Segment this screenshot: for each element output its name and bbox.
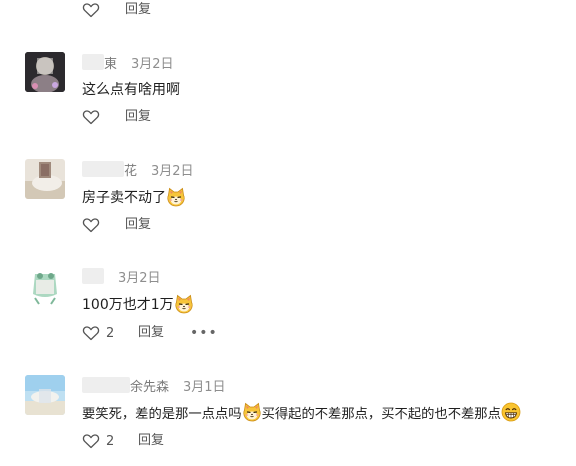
like-count: 2 xyxy=(106,325,115,341)
name-blur xyxy=(82,377,130,393)
grin-emoji-icon xyxy=(501,402,521,422)
comment-text: 房子卖不动了 xyxy=(82,190,166,206)
name-blur xyxy=(82,161,124,177)
reply-button[interactable]: 回复 xyxy=(125,107,151,127)
comment-body: 100万也才1万 xyxy=(82,293,194,315)
cat-emoji-icon xyxy=(242,402,262,422)
avatar[interactable] xyxy=(25,266,65,306)
more-options-button[interactable]: ••• xyxy=(190,326,218,340)
name-blur xyxy=(82,268,104,284)
comment-text: 100万也才1万 xyxy=(82,297,174,313)
comment-text-part1: 要笑死，差的是那一点点吗 xyxy=(82,406,242,422)
comment-author[interactable]: 花 3月2日 xyxy=(82,159,194,179)
comment-text-part2: 买得起的不差那点，买不起的也不差那点 xyxy=(261,406,501,422)
heart-outline-icon[interactable] xyxy=(82,109,100,125)
comment-date: 3月1日 xyxy=(183,379,226,395)
comment-author[interactable]: 余先森 3月1日 xyxy=(82,375,226,395)
cat-emoji-icon xyxy=(174,294,194,314)
avatar[interactable] xyxy=(25,159,65,199)
heart-outline-icon[interactable] xyxy=(82,217,100,233)
heart-outline-icon[interactable] xyxy=(82,2,100,18)
reply-button[interactable]: 回复 xyxy=(138,323,164,343)
avatar[interactable] xyxy=(25,52,65,92)
comment-date: 3月2日 xyxy=(118,270,161,286)
author-name-suffix: 東 xyxy=(104,56,118,72)
top-action-row xyxy=(82,0,100,20)
comment-actions xyxy=(82,215,100,235)
like-count: 2 xyxy=(106,433,115,449)
comment-actions xyxy=(82,107,100,127)
author-name-suffix: 余先森 xyxy=(130,379,170,395)
reply-button[interactable]: 回复 xyxy=(138,431,164,451)
comment-date: 3月2日 xyxy=(151,163,194,179)
name-blur xyxy=(82,54,104,70)
heart-outline-icon[interactable] xyxy=(82,433,100,449)
comment-actions: 2 xyxy=(82,323,114,343)
comment-author[interactable]: 3月2日 xyxy=(82,266,161,286)
comment-actions: 2 xyxy=(82,431,114,451)
author-name-suffix: 花 xyxy=(124,163,138,179)
reply-button[interactable]: 回复 xyxy=(125,215,151,235)
comment-body: 房子卖不动了 xyxy=(82,186,186,208)
comment-date: 3月2日 xyxy=(131,56,174,72)
comment-body: 要笑死，差的是那一点点吗 买得起的不差那点，买不起的也不差那点 xyxy=(82,401,521,423)
reply-button[interactable]: 回复 xyxy=(125,0,151,20)
cat-emoji-icon xyxy=(166,187,186,207)
heart-outline-icon[interactable] xyxy=(82,325,100,341)
avatar[interactable] xyxy=(25,375,65,415)
comment-text: 这么点有啥用啊 xyxy=(82,82,180,98)
comment-author[interactable]: 東 3月2日 xyxy=(82,52,174,72)
